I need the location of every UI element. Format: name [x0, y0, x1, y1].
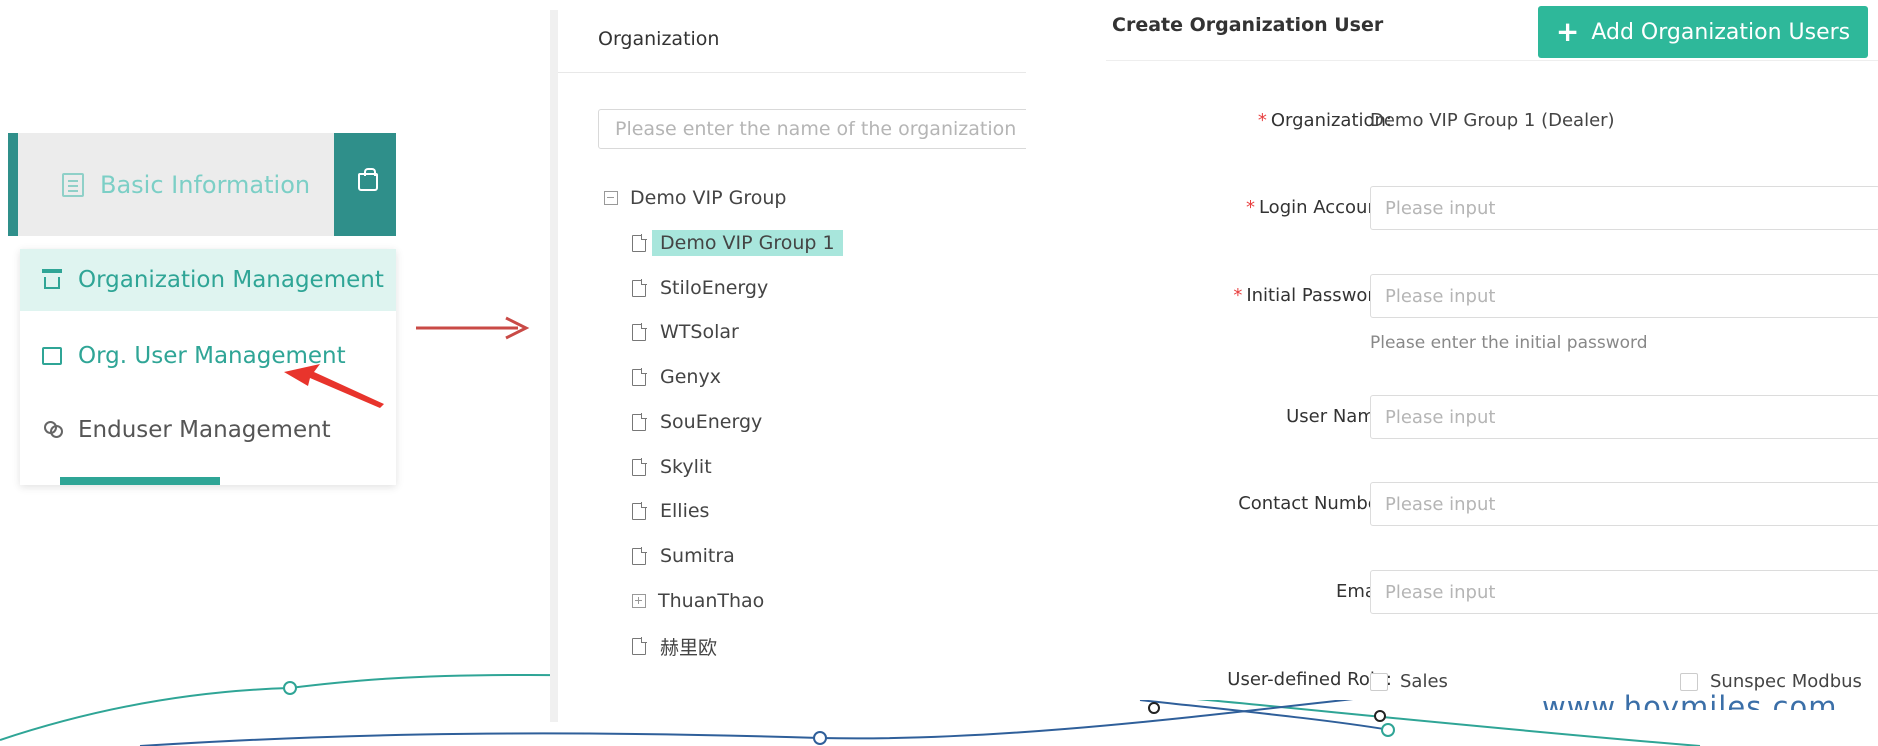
divider: [558, 72, 1034, 73]
expand-icon[interactable]: [632, 594, 646, 608]
file-icon: [632, 368, 647, 386]
tree-node-label: Sumitra: [660, 545, 735, 567]
basic-information-tab[interactable]: Basic Information: [18, 133, 334, 236]
tree-node-label-selected: Demo VIP Group 1: [652, 230, 843, 256]
create-user-form-panel: Create Organization User + Add Organizat…: [1026, 0, 1878, 700]
role-option-label: Sunspec Modbus: [1710, 671, 1862, 692]
tree-node[interactable]: Skylit: [632, 451, 712, 483]
role-checkbox-sunspec-modbus[interactable]: Sunspec Modbus: [1680, 671, 1862, 692]
users-icon: [42, 421, 63, 439]
checkbox-icon[interactable]: [1680, 672, 1698, 691]
tree-node-label: Skylit: [660, 456, 712, 478]
email-input[interactable]: [1370, 570, 1878, 614]
organization-value: Demo VIP Group 1 (Dealer): [1370, 110, 1615, 131]
initial-password-input[interactable]: [1370, 274, 1878, 318]
document-icon: [62, 172, 84, 197]
file-icon: [632, 413, 647, 431]
checkbox-icon[interactable]: [1370, 672, 1388, 691]
menu-item-label: Organization Management: [78, 267, 384, 293]
tree-node[interactable]: Sumitra: [632, 540, 735, 572]
tree-node-label: SouEnergy: [660, 411, 763, 433]
contact-number-label: Contact Number:: [1238, 493, 1392, 514]
tree-node[interactable]: 赫里欧: [632, 630, 717, 662]
password-hint: Please enter the initial password: [1370, 333, 1648, 353]
file-icon: [632, 502, 647, 520]
file-icon: [632, 637, 647, 655]
user-name-input[interactable]: [1370, 395, 1878, 439]
add-organization-users-button[interactable]: + Add Organization Users: [1538, 6, 1868, 58]
tree-node[interactable]: SouEnergy: [632, 406, 762, 438]
menu-panel: Basic Information Organization Managemen…: [8, 133, 396, 485]
required-marker: *: [1245, 197, 1255, 218]
organization-search-input[interactable]: [598, 109, 1038, 149]
form-title: Create Organization User: [1112, 14, 1384, 36]
user-defined-role-label: User-defined Role:: [1227, 669, 1392, 690]
org-chart-icon: [42, 269, 62, 291]
tree-node[interactable]: Genyx: [632, 361, 721, 393]
menu-item-organization-management[interactable]: Organization Management: [20, 249, 396, 311]
tree-panel-title: Organization: [598, 28, 720, 50]
tree-node[interactable]: ThuanThao: [632, 585, 764, 617]
tree-node-label: WTSolar: [660, 321, 739, 343]
tree-node-label: ThuanThao: [658, 590, 765, 612]
menu-header-bar: Basic Information: [8, 133, 396, 236]
collapse-icon[interactable]: [604, 191, 618, 205]
tree-node[interactable]: StiloEnergy: [632, 272, 768, 304]
file-icon: [632, 323, 647, 341]
file-icon: [632, 458, 647, 476]
organization-tree-panel: Organization Demo VIP Group Demo VIP Gro…: [550, 10, 1038, 722]
role-checkbox-sales[interactable]: Sales: [1370, 671, 1448, 692]
plus-icon: +: [1555, 15, 1580, 48]
id-card-icon: [42, 347, 62, 365]
divider: [1106, 60, 1878, 61]
required-marker: *: [1233, 285, 1243, 306]
tree-node-root[interactable]: Demo VIP Group: [604, 182, 786, 214]
file-icon: [632, 547, 647, 565]
tree-node-label: 赫里欧: [660, 636, 718, 659]
shopping-bag-icon[interactable]: [358, 168, 378, 191]
file-icon: [632, 279, 647, 297]
tree-node[interactable]: Demo VIP Group 1: [632, 227, 843, 259]
red-pointer-arrow: [284, 364, 384, 408]
initial-password-label: * Initial Password:: [1233, 285, 1392, 306]
basic-information-label: Basic Information: [100, 170, 311, 199]
login-account-input[interactable]: [1370, 186, 1878, 230]
active-tab-indicator: [60, 477, 220, 485]
tree-node-label: Demo VIP Group: [630, 187, 787, 209]
arrow-to-tree: [416, 316, 530, 340]
file-icon: [632, 234, 647, 252]
tree-node[interactable]: WTSolar: [632, 316, 739, 348]
tree-node-label: Ellies: [660, 500, 710, 522]
role-option-label: Sales: [1400, 671, 1448, 692]
add-button-label: Add Organization Users: [1591, 19, 1851, 45]
tree-node-label: StiloEnergy: [660, 277, 769, 299]
contact-number-input[interactable]: [1370, 482, 1878, 526]
tree-node-label: Genyx: [660, 366, 721, 388]
tree-node[interactable]: Ellies: [632, 495, 709, 527]
required-marker: *: [1257, 110, 1267, 131]
menu-item-label: Enduser Management: [78, 417, 331, 443]
